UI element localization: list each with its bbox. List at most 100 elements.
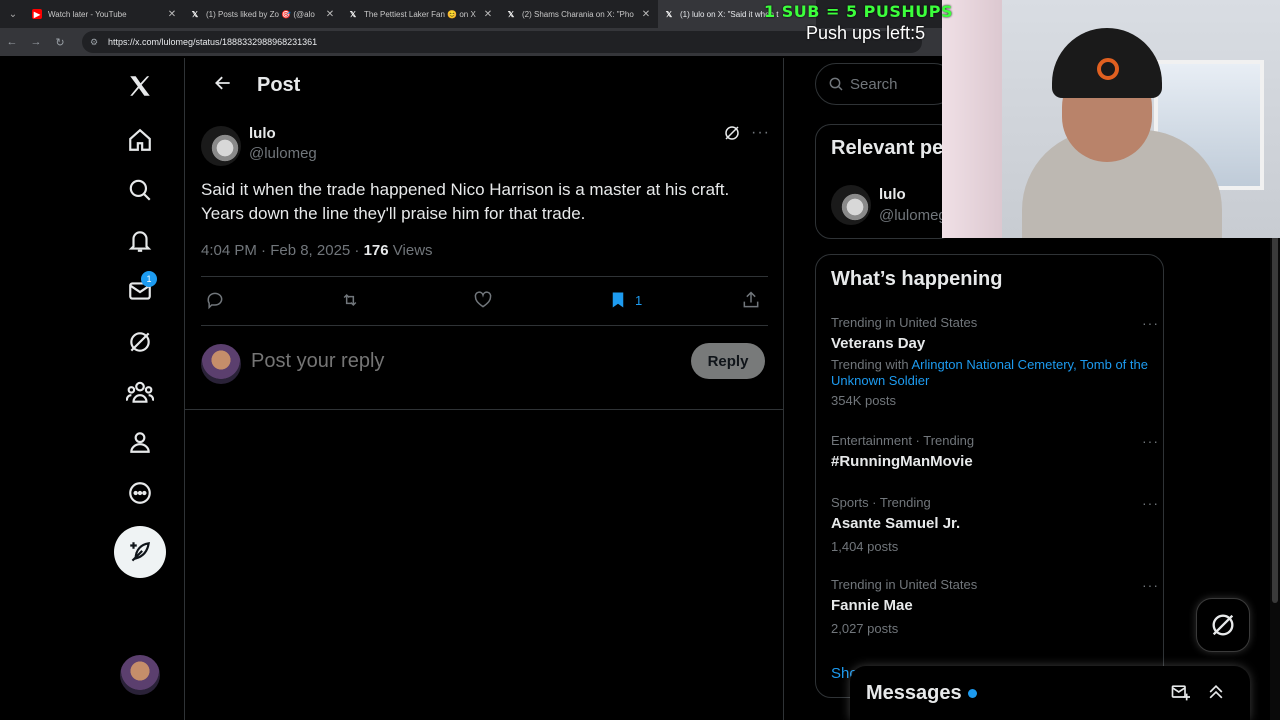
tab-title: (2) Shams Charania on X: "Pho xyxy=(522,9,634,19)
author-avatar[interactable] xyxy=(201,126,241,166)
post-header: Post xyxy=(185,58,783,112)
expand-icon[interactable] xyxy=(1206,682,1226,707)
bookmark-count: 1 xyxy=(635,292,643,308)
bookmark-icon xyxy=(612,292,624,308)
account-avatar[interactable] xyxy=(120,655,160,695)
more-options-icon[interactable]: ··· xyxy=(1142,433,1159,449)
trend-with: Trending with Arlington National Cemeter… xyxy=(831,357,1151,389)
x-icon: 𝕏 xyxy=(191,9,199,19)
messages-title: Messages xyxy=(866,681,962,704)
trend-context: Entertainment · Trending xyxy=(831,433,975,448)
trend-name: Asante Samuel Jr. xyxy=(831,515,961,532)
post-column: Post lulo @lulomeg ··· Said it when the … xyxy=(185,58,784,720)
share-action[interactable] xyxy=(741,290,761,310)
trend-name: Veterans Day xyxy=(831,335,926,352)
browser-tab[interactable]: ▶ Watch later - YouTube ✕ xyxy=(26,0,184,28)
left-nav: 1 xyxy=(0,58,185,720)
author-handle[interactable]: @lulomeg xyxy=(249,145,317,162)
reply-action[interactable] xyxy=(205,290,225,310)
trend-context: Sports · Trending xyxy=(831,495,931,510)
webcam-curtain xyxy=(942,0,1002,238)
tweet-text: Said it when the trade happened Nico Har… xyxy=(201,180,730,223)
relevant-avatar[interactable] xyxy=(831,185,871,225)
more-options-icon[interactable]: ··· xyxy=(1142,577,1159,593)
close-icon[interactable]: ✕ xyxy=(482,9,494,20)
more-options-icon[interactable]: ··· xyxy=(1142,315,1159,331)
grok-floating-button[interactable] xyxy=(1196,598,1250,652)
browser-tab[interactable]: 𝕏 (2) Shams Charania on X: "Pho ✕ xyxy=(500,0,658,28)
search-icon xyxy=(829,77,843,91)
back-arrow-icon[interactable]: ← xyxy=(0,36,24,48)
more-circle-icon[interactable] xyxy=(126,479,154,507)
more-options-icon[interactable]: ··· xyxy=(1142,495,1159,511)
pushups-counter: Push ups left:5 xyxy=(806,23,926,43)
whats-happening-card: What’s happening Trending in United Stat… xyxy=(815,254,1164,698)
messages-drawer[interactable]: Messages xyxy=(850,666,1250,720)
browser-tab[interactable]: 𝕏 The Pettiest Laker Fan 😊 on X ✕ xyxy=(342,0,500,28)
trend-posts: 2,027 posts xyxy=(831,621,899,636)
author-name[interactable]: lulo xyxy=(249,125,276,142)
communities-icon[interactable] xyxy=(126,378,154,406)
new-message-icon[interactable] xyxy=(1170,682,1190,707)
site-info-icon[interactable]: ⚙ xyxy=(90,37,102,48)
views-label: Views xyxy=(388,242,433,259)
tab-title: The Pettiest Laker Fan 😊 on X xyxy=(364,9,476,19)
like-action[interactable] xyxy=(473,290,493,310)
tab-title: Watch later - YouTube xyxy=(48,9,127,19)
views-count: 176 xyxy=(363,242,389,259)
bookmark-action[interactable]: 1 xyxy=(609,290,642,310)
trend-posts: 1,404 posts xyxy=(831,539,899,554)
close-icon[interactable]: ✕ xyxy=(166,9,178,20)
x-icon: 𝕏 xyxy=(349,9,357,19)
trend-posts: 354K posts xyxy=(831,393,897,408)
reply-button[interactable]: Reply xyxy=(691,343,765,379)
relevant-name[interactable]: lulo xyxy=(879,186,906,203)
unread-dot xyxy=(967,688,977,698)
messages-icon[interactable]: 1 xyxy=(126,271,157,305)
x-icon: 𝕏 xyxy=(665,9,673,19)
tab-search-icon[interactable]: ⌄ xyxy=(0,0,26,28)
youtube-icon: ▶ xyxy=(32,9,42,19)
feather-icon xyxy=(130,542,150,562)
repost-action[interactable] xyxy=(339,290,361,310)
grok-icon[interactable] xyxy=(126,328,154,356)
tweet-time[interactable]: 4:04 PM · Feb 8, 2025 · xyxy=(201,242,364,259)
close-icon[interactable]: ✕ xyxy=(640,9,652,20)
grok-icon xyxy=(1212,614,1234,636)
x-logo-icon[interactable] xyxy=(126,72,154,100)
trend-item[interactable]: Trending in United States Veterans Day T… xyxy=(831,315,1158,409)
trend-item[interactable]: Sports · Trending Asante Samuel Jr. 1,40… xyxy=(831,495,1158,555)
tweet-meta: 4:04 PM · Feb 8, 2025 · 176 Views xyxy=(201,242,433,259)
reload-icon[interactable]: ↻ xyxy=(48,36,72,49)
relevant-handle[interactable]: @lulomeg xyxy=(879,207,947,224)
trend-item[interactable]: Trending in United States Fannie Mae 2,0… xyxy=(831,577,1158,637)
home-icon[interactable] xyxy=(126,126,154,154)
search-input[interactable]: Search xyxy=(815,63,955,105)
url-field[interactable]: ⚙ https://x.com/lulomeg/status/188833298… xyxy=(82,31,922,53)
search-placeholder: Search xyxy=(850,75,898,93)
reply-input[interactable] xyxy=(251,350,671,373)
profile-icon[interactable] xyxy=(126,428,154,456)
back-arrow-icon[interactable] xyxy=(197,73,249,98)
explore-icon[interactable] xyxy=(126,176,154,204)
grok-icon[interactable] xyxy=(723,124,741,147)
divider xyxy=(201,325,768,326)
trend-item[interactable]: Entertainment · Trending #RunningManMovi… xyxy=(831,433,1158,473)
post-button[interactable] xyxy=(114,526,166,578)
more-options-icon[interactable]: ··· xyxy=(751,124,770,142)
url-text: https://x.com/lulomeg/status/18883329889… xyxy=(108,37,318,47)
reply-icon xyxy=(207,292,223,310)
repost-icon xyxy=(343,293,357,307)
close-icon[interactable]: ✕ xyxy=(324,9,336,20)
divider xyxy=(185,409,784,410)
trending-title: What’s happening xyxy=(831,268,1003,290)
notifications-icon[interactable] xyxy=(126,227,154,255)
share-icon xyxy=(743,291,759,308)
forward-arrow-icon[interactable]: → xyxy=(24,36,48,48)
divider xyxy=(201,276,768,277)
browser-tab[interactable]: 𝕏 (1) Posts liked by Zo 🎯 (@alo ✕ xyxy=(184,0,342,28)
relevant-people-title: Relevant people xyxy=(831,137,955,159)
webcam-overlay xyxy=(942,0,1280,238)
beanie-logo xyxy=(1097,58,1119,80)
messages-badge: 1 xyxy=(141,271,157,287)
